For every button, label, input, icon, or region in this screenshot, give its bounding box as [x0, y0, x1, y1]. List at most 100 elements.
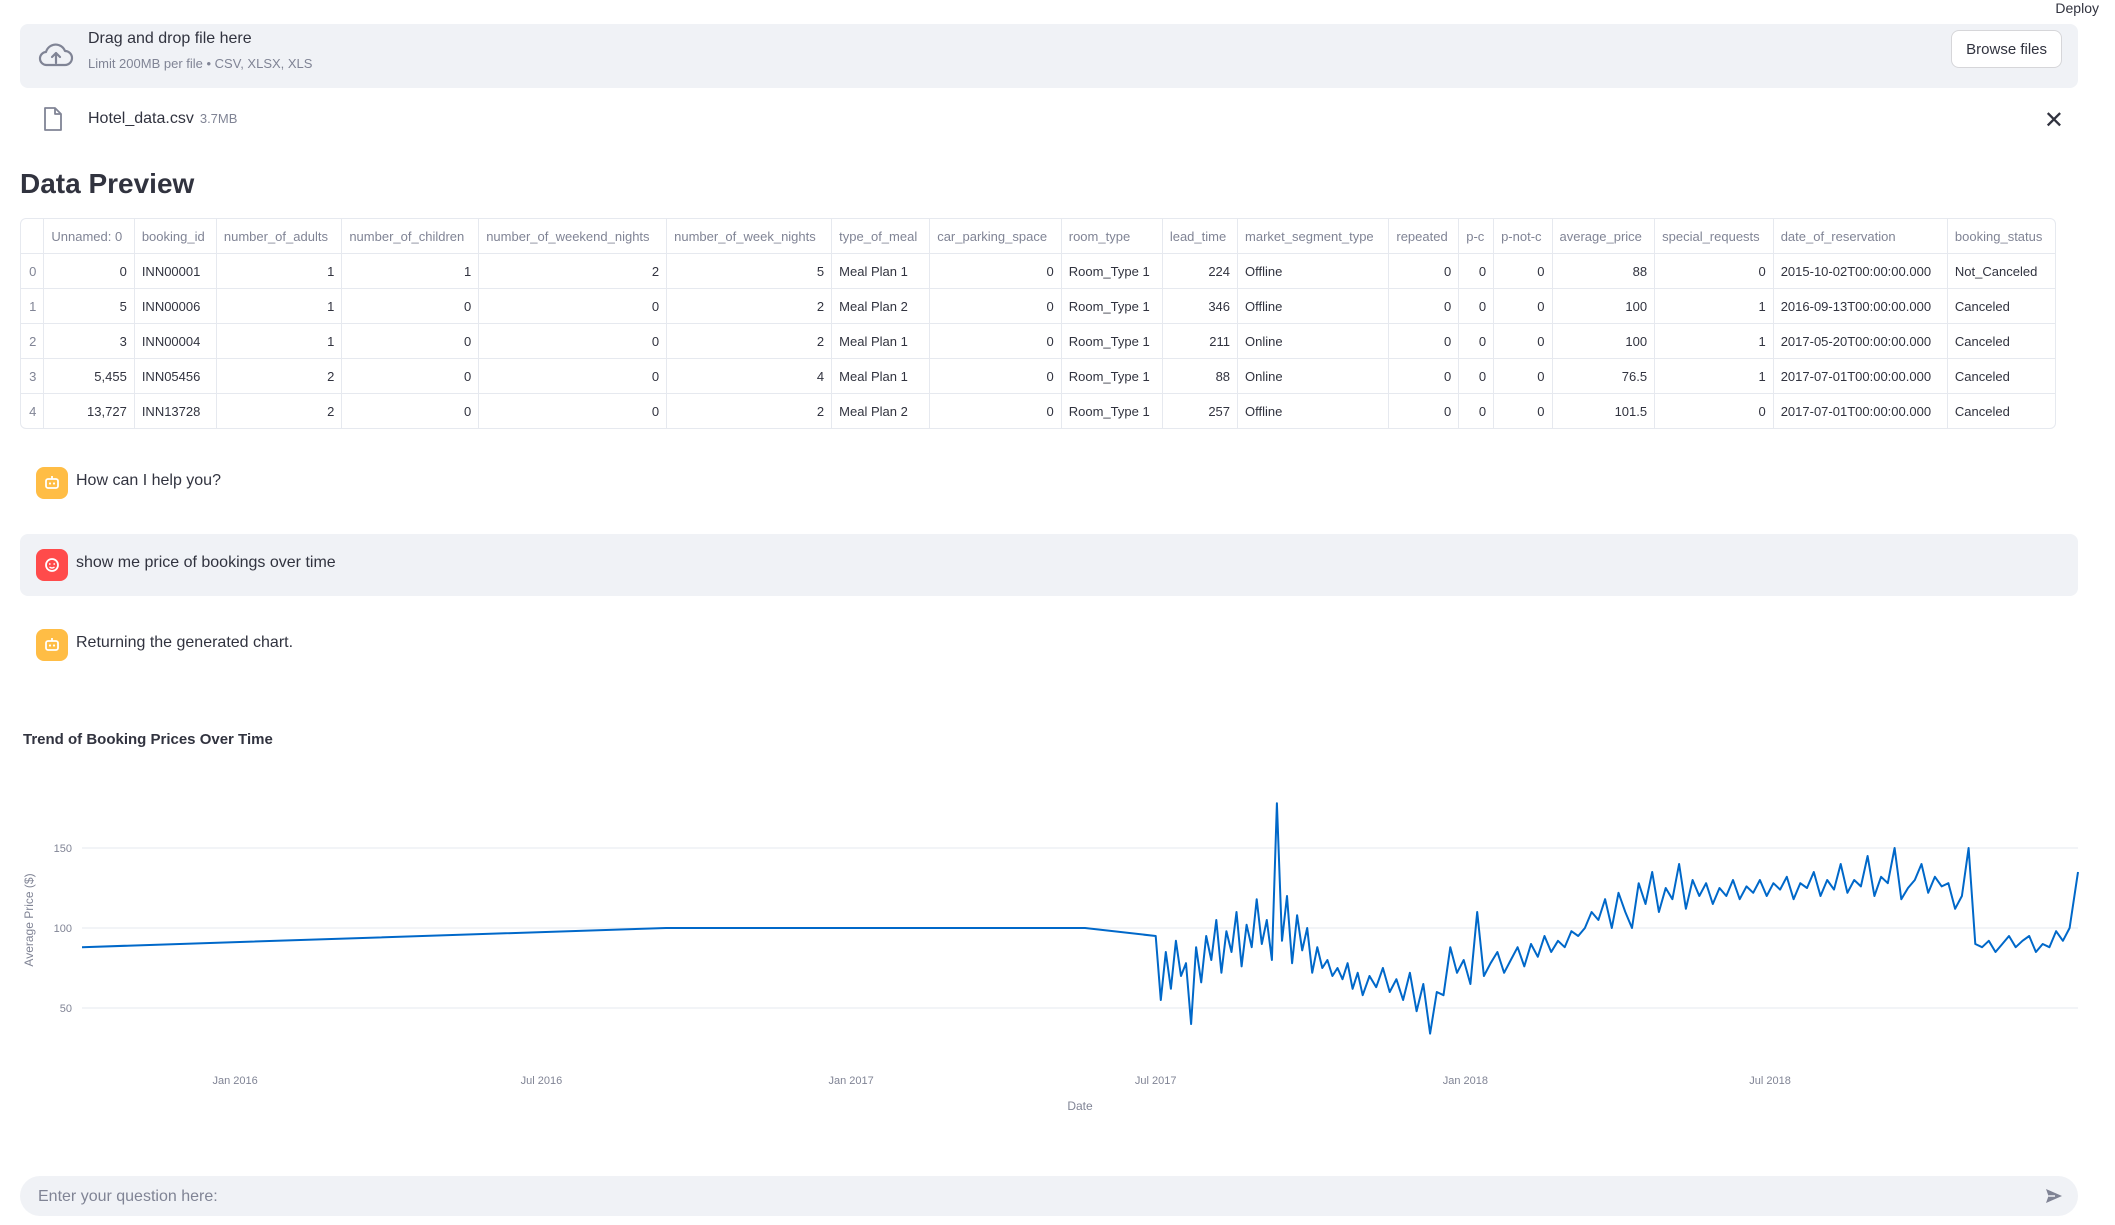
remove-file-close-icon[interactable]: ✕	[2044, 106, 2064, 135]
table-cell[interactable]: 0	[478, 288, 668, 324]
table-cell[interactable]: INN00006	[134, 288, 217, 324]
row-index[interactable]: 0	[21, 253, 45, 289]
column-header[interactable]: room_type	[1061, 219, 1163, 254]
table-cell[interactable]: 2	[216, 358, 343, 394]
table-cell[interactable]: 0	[1493, 323, 1553, 359]
row-index[interactable]: 4	[21, 393, 45, 428]
table-cell[interactable]: 0	[341, 358, 480, 394]
table-cell[interactable]: 0	[1493, 358, 1553, 394]
table-cell[interactable]: 0	[929, 358, 1062, 394]
table-cell[interactable]: 224	[1162, 253, 1239, 289]
row-index[interactable]: 1	[21, 288, 45, 324]
table-cell[interactable]: 0	[1654, 253, 1774, 289]
column-header[interactable]: car_parking_space	[929, 219, 1062, 254]
table-cell[interactable]: 1	[216, 288, 343, 324]
column-header[interactable]: repeated	[1388, 219, 1460, 254]
table-cell[interactable]: 1	[216, 253, 343, 289]
table-cell[interactable]: 2	[666, 393, 833, 428]
table-cell[interactable]: 0	[1388, 253, 1460, 289]
table-cell[interactable]: 2	[666, 323, 833, 359]
column-header[interactable]: lead_time	[1162, 219, 1239, 254]
table-cell[interactable]: 0	[1388, 393, 1460, 428]
table-cell[interactable]: 0	[929, 323, 1062, 359]
table-row[interactable]: 3 5,455 INN05456 2 0 0 4 Meal Plan 1 0 Room_Type …	[21, 358, 2055, 394]
table-cell[interactable]: 0	[1388, 358, 1460, 394]
table-cell[interactable]: Online	[1237, 323, 1390, 359]
table-cell[interactable]: 0	[478, 358, 668, 394]
deploy-button[interactable]: Deploy	[2055, 0, 2099, 16]
table-cell[interactable]: 0	[1458, 253, 1495, 289]
column-header[interactable]: average_price	[1552, 219, 1656, 254]
table-cell[interactable]: 101.5	[1552, 393, 1656, 428]
table-cell[interactable]: 88	[1552, 253, 1656, 289]
table-cell[interactable]: Meal Plan 1	[831, 253, 931, 289]
file-uploader-dropzone[interactable]: Drag and drop file here Limit 200MB per …	[20, 24, 2078, 88]
table-cell[interactable]: Meal Plan 1	[831, 323, 931, 359]
table-cell[interactable]: Canceled	[1947, 394, 2055, 429]
table-cell[interactable]: 100	[1552, 323, 1656, 359]
table-cell[interactable]: Meal Plan 2	[831, 393, 931, 428]
table-cell[interactable]: Canceled	[1947, 288, 2055, 324]
table-cell[interactable]: 2017-07-01T00:00:00.000	[1773, 358, 1948, 394]
table-cell[interactable]: 346	[1162, 288, 1239, 324]
column-header[interactable]: p-not-c	[1493, 219, 1553, 254]
table-cell[interactable]: 2017-05-20T00:00:00.000	[1773, 323, 1948, 359]
table-cell[interactable]: INN00004	[134, 323, 217, 359]
table-cell[interactable]: Room_Type 1	[1061, 253, 1163, 289]
table-cell[interactable]: 76.5	[1552, 358, 1656, 394]
table-cell[interactable]: 1	[216, 323, 343, 359]
table-cell[interactable]: 0	[1458, 358, 1495, 394]
table-cell[interactable]: 2	[666, 288, 833, 324]
table-cell[interactable]: 4	[666, 358, 833, 394]
table-cell[interactable]: 0	[1654, 393, 1774, 428]
table-cell[interactable]: Offline	[1237, 288, 1390, 324]
table-cell[interactable]: 2	[216, 393, 343, 428]
price-trend-chart[interactable]: Trend of Booking Prices Over Time 50 100 15…	[0, 720, 2115, 1120]
browse-files-button[interactable]: Browse files	[1951, 30, 2062, 68]
table-cell[interactable]: 100	[1552, 288, 1656, 324]
table-cell[interactable]: 2016-09-13T00:00:00.000	[1773, 288, 1948, 324]
row-index[interactable]: 2	[21, 323, 45, 359]
table-cell[interactable]: 1	[1654, 323, 1774, 359]
send-icon[interactable]	[2044, 1186, 2064, 1206]
table-cell[interactable]: Room_Type 1	[1061, 288, 1163, 324]
column-header[interactable]: booking_id	[134, 219, 217, 254]
column-header[interactable]: number_of_adults	[216, 219, 343, 254]
table-cell[interactable]: 0	[478, 323, 668, 359]
column-header[interactable]: market_segment_type	[1237, 219, 1390, 254]
table-cell[interactable]: 0	[341, 393, 480, 428]
table-cell[interactable]: Meal Plan 2	[831, 288, 931, 324]
question-input[interactable]	[36, 1176, 2020, 1218]
table-cell[interactable]: 0	[929, 393, 1062, 428]
table-row[interactable]: 4 13,727 INN13728 2 0 0 2 Meal Plan 2 0 Room_Type…	[21, 393, 2055, 429]
table-cell[interactable]: 5,455	[43, 358, 135, 394]
table-cell[interactable]: Room_Type 1	[1061, 358, 1163, 394]
table-cell[interactable]: Online	[1237, 358, 1390, 394]
table-cell[interactable]: 0	[341, 288, 480, 324]
table-cell[interactable]: 3	[43, 323, 135, 359]
column-header[interactable]: special_requests	[1654, 219, 1774, 254]
row-index[interactable]: 3	[21, 358, 45, 394]
table-cell[interactable]: 257	[1162, 393, 1239, 428]
table-cell[interactable]: Room_Type 1	[1061, 393, 1163, 428]
table-cell[interactable]: INN00001	[134, 253, 217, 289]
data-preview-table[interactable]: Unnamed: 0 booking_id number_of_adults numb…	[20, 218, 2056, 429]
table-cell[interactable]: 2015-10-02T00:00:00.000	[1773, 253, 1948, 289]
column-header[interactable]: p-c	[1458, 219, 1495, 254]
table-cell[interactable]: 0	[341, 323, 480, 359]
table-row[interactable]: 0 0 INN00001 1 1 2 5 Meal Plan 1 0 Room_Type 1 224…	[21, 253, 2055, 289]
table-cell[interactable]: 5	[666, 253, 833, 289]
table-cell[interactable]: 88	[1162, 358, 1239, 394]
table-cell[interactable]: 1	[1654, 288, 1774, 324]
table-cell[interactable]: INN05456	[134, 358, 217, 394]
table-cell[interactable]: 2017-07-01T00:00:00.000	[1773, 393, 1948, 428]
table-cell[interactable]: 211	[1162, 323, 1239, 359]
table-row[interactable]: 2 3 INN00004 1 0 0 2 Meal Plan 1 0 Room_Type 1 211…	[21, 323, 2055, 359]
table-cell[interactable]: Canceled	[1947, 358, 2055, 394]
column-header[interactable]: number_of_weekend_nights	[478, 219, 668, 254]
table-cell[interactable]: 1	[1654, 358, 1774, 394]
table-cell[interactable]: 0	[1493, 253, 1553, 289]
column-header[interactable]: booking_status	[1947, 219, 2055, 254]
table-cell[interactable]: 0	[43, 253, 135, 289]
table-cell[interactable]: Offline	[1237, 253, 1390, 289]
